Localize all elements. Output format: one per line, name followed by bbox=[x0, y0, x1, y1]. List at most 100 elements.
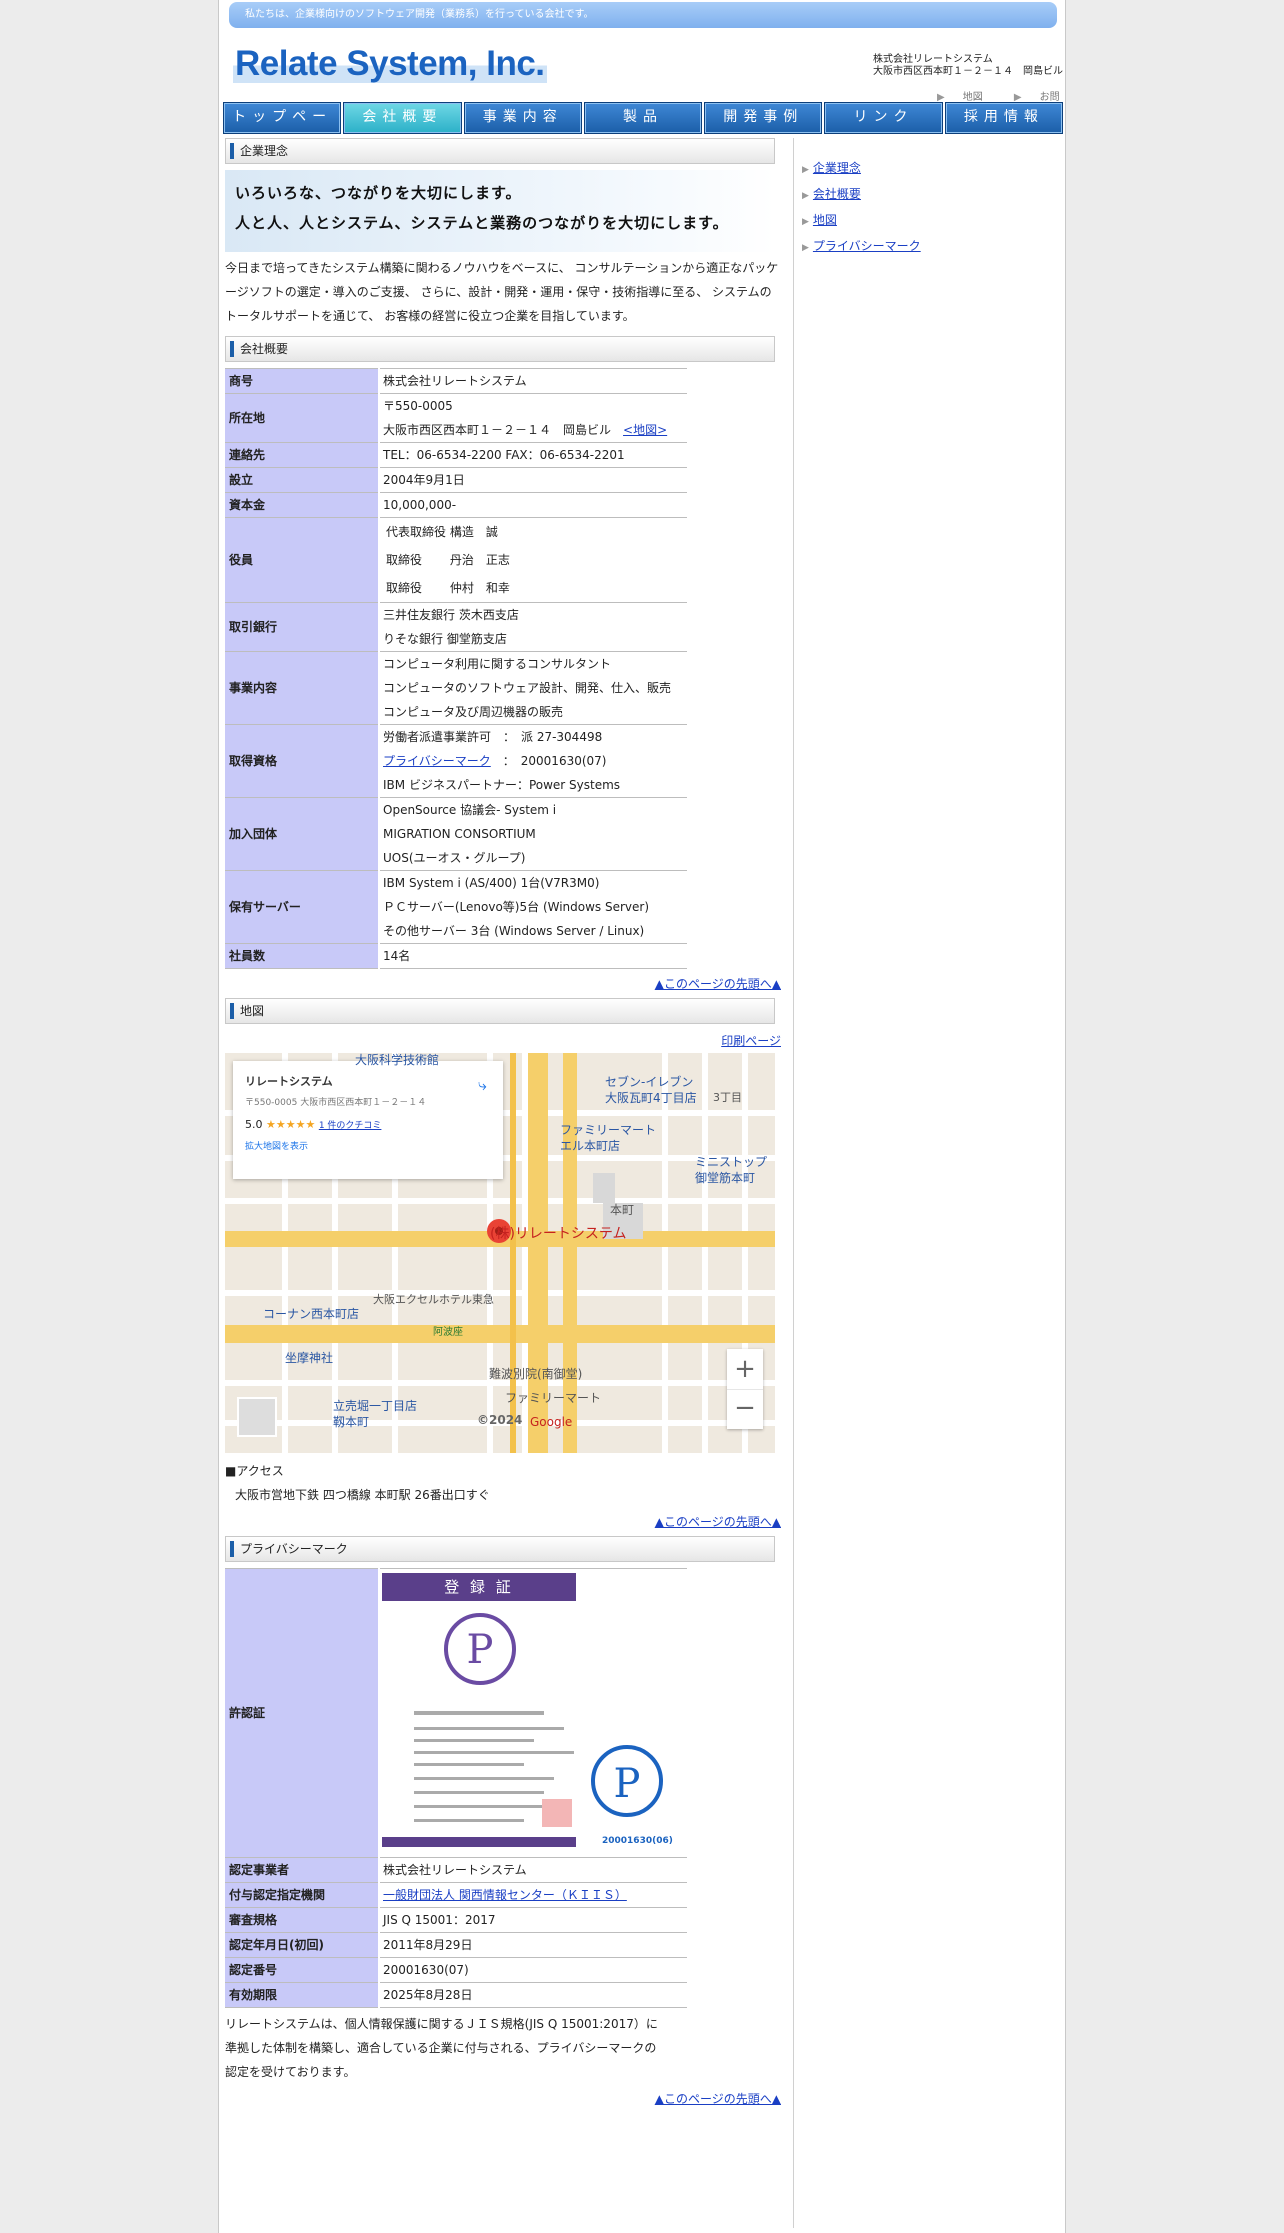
sidebar-item-map[interactable]: ▶ 地図 bbox=[802, 208, 1063, 234]
reviews-link[interactable]: 1 件のクチコミ bbox=[319, 1121, 382, 1131]
map-label: 大阪エクセルホテル東急 bbox=[373, 1293, 494, 1306]
table-value: 14名 bbox=[379, 943, 687, 969]
cert-mark-number: 20001630(06) bbox=[602, 1836, 673, 1846]
nav-links[interactable]: リンク bbox=[824, 102, 943, 134]
to-top-link[interactable]: ▲このページの先頭へ▲ bbox=[655, 977, 781, 991]
company-overview-table: 商号 株式会社リレートシステム 所在地 〒550-0005 大阪市西区西本町１－２－１… bbox=[225, 368, 687, 969]
table-key: 取引銀行 bbox=[225, 602, 380, 652]
table-key: 有効期限 bbox=[225, 1982, 380, 2008]
table-key: 認定事業者 bbox=[225, 1857, 380, 1883]
sidebar-item-overview[interactable]: ▶ 会社概要 bbox=[802, 182, 1063, 208]
to-top-link[interactable]: ▲このページの先頭へ▲ bbox=[655, 1515, 781, 1529]
section-heading-philosophy: 企業理念 bbox=[225, 138, 775, 164]
place-address: 〒550-0005 大阪市西区西本町１－２－１４ bbox=[245, 1098, 427, 1108]
section-heading-map: 地図 bbox=[225, 998, 775, 1024]
larger-map-link[interactable]: 拡大地図を表示 bbox=[245, 1139, 491, 1152]
map-label: 大阪科学技術館 bbox=[355, 1053, 440, 1067]
table-key: 資本金 bbox=[225, 492, 380, 518]
table-key: 事業内容 bbox=[225, 651, 380, 725]
table-key: 許認証 bbox=[225, 1568, 380, 1858]
privacy-table: 許認証 登 録 証 P P 20001630(06) 認定事業者 株式会社リレー… bbox=[225, 1568, 687, 2008]
cert-body: P P bbox=[382, 1613, 663, 1847]
kiis-link[interactable]: 一般財団法人 関西情報センター（ＫＩＩＳ） bbox=[383, 1888, 627, 1902]
print-page-link[interactable]: 印刷ページ bbox=[721, 1034, 781, 1048]
map-link[interactable]: <地図> bbox=[623, 423, 667, 437]
to-top-wrap: ▲このページの先頭へ▲ bbox=[225, 975, 781, 992]
to-top-link[interactable]: ▲このページの先頭へ▲ bbox=[655, 2092, 781, 2106]
table-value: JIS Q 15001：2017 bbox=[379, 1907, 687, 1933]
table-key: 取得資格 bbox=[225, 724, 380, 798]
privacy-description: リレートシステムは、個人情報保護に関するＪＩＳ規格(JIS Q 15001:20… bbox=[225, 2017, 658, 2079]
map-label: 立売堀一丁目店 bbox=[333, 1399, 418, 1413]
table-row: 加入団体 OpenSource 協議会- System i MIGRATION CO… bbox=[225, 797, 687, 871]
philosophy-line-2: 人と人、人とシステム、システムと業務のつながりを大切にします。 bbox=[235, 214, 729, 232]
table-value: 10,000,000- bbox=[379, 492, 687, 518]
map-label: 御堂筋本町 bbox=[695, 1171, 756, 1185]
sidebar-item-philosophy[interactable]: ▶ 企業理念 bbox=[802, 156, 1063, 182]
table-value: 株式会社リレートシステム bbox=[379, 1857, 687, 1883]
map-type-thumbnail[interactable] bbox=[237, 1397, 277, 1437]
main-nav: トップページ 会社概要 事業内容 製品 開発事例 リンク 採用情報 bbox=[223, 102, 1063, 153]
access-info: ■アクセス 大阪市営地下鉄 四つ橋線 本町駅 26番出口すぐ bbox=[225, 1459, 781, 1507]
map-label: セブン-イレブン bbox=[605, 1075, 694, 1089]
table-row: 設立 2004年9月1日 bbox=[225, 467, 687, 493]
company-address: 大阪市西区西本町１－２－１４ 岡島ビル bbox=[873, 66, 1063, 77]
table-value: 2004年9月1日 bbox=[379, 467, 687, 493]
access-text: 大阪市営地下鉄 四つ橋線 本町駅 26番出口すぐ bbox=[235, 1488, 490, 1502]
nav-recruit[interactable]: 採用情報 bbox=[944, 102, 1063, 134]
table-value: 登 録 証 P P 20001630(06) bbox=[379, 1568, 687, 1858]
company-logo[interactable]: Relate System, Inc. bbox=[233, 44, 553, 88]
zoom-controls: + − bbox=[727, 1349, 763, 1429]
table-key: 保有サーバー bbox=[225, 870, 380, 944]
table-row: 連絡先 TEL：06-6534-2200 FAX：06-6534-2201 bbox=[225, 442, 687, 468]
nav-cases[interactable]: 開発事例 bbox=[704, 102, 823, 134]
triangle-icon: ▶ bbox=[802, 191, 809, 201]
nav-company[interactable]: 会社概要 bbox=[343, 102, 462, 134]
philosophy-text: 今日まで培ってきたシステム構築に関わるノウハウをベースに、 コンサルテーションか… bbox=[225, 261, 779, 323]
table-row: 所在地 〒550-0005 大阪市西区西本町１－２－１４ 岡島ビル <地図> bbox=[225, 393, 687, 443]
nav-products[interactable]: 製品 bbox=[583, 102, 703, 134]
triangle-icon: ▶ bbox=[802, 217, 809, 227]
table-key: 認定番号 bbox=[225, 1957, 380, 1983]
map-label: コーナン西本町店 bbox=[263, 1307, 360, 1321]
table-value: 一般財団法人 関西情報センター（ＫＩＩＳ） bbox=[379, 1882, 687, 1908]
sidebar-item-privacy[interactable]: ▶ プライバシーマーク bbox=[802, 234, 1063, 260]
triangle-icon: ▶ bbox=[802, 243, 809, 253]
table-row: 役員 代表取締役 構造 誠取締役 丹治 正志 取締役 仲村 和幸 bbox=[225, 517, 687, 603]
table-row: 審査規格 JIS Q 15001：2017 bbox=[225, 1907, 687, 1933]
map-info-card: リレートシステム 〒550-0005 大阪市西区西本町１－２－１４ 5.0 ★★… bbox=[233, 1061, 503, 1179]
map-label: 阿波座 bbox=[433, 1327, 463, 1338]
cert-title: 登 録 証 bbox=[382, 1573, 576, 1601]
table-row: 取得資格 労働者派遣事業許可 ： 派 27-304498 プライバシーマーク ： 2… bbox=[225, 724, 687, 798]
map-label: 靱本町 bbox=[333, 1415, 370, 1429]
nav-top[interactable]: トップページ bbox=[223, 102, 342, 153]
table-row: 取引銀行 三井住友銀行 茨木西支店 りそな銀行 御堂筋支店 bbox=[225, 602, 687, 652]
table-row: 許認証 登 録 証 P P 20001630(06) bbox=[225, 1568, 687, 1858]
directions-icon[interactable]: ⤷ bbox=[478, 1075, 487, 1095]
table-row: 商号 株式会社リレートシステム bbox=[225, 368, 687, 394]
google-logo: ©2024 bbox=[477, 1413, 523, 1427]
zoom-out-button[interactable]: − bbox=[727, 1389, 763, 1429]
google-map[interactable]: リレートシステム 〒550-0005 大阪市西区西本町１－２－１４ 5.0 ★★… bbox=[225, 1053, 775, 1453]
zoom-in-button[interactable]: + bbox=[727, 1349, 763, 1389]
table-key: 所在地 bbox=[225, 393, 380, 443]
map-label: 大阪瓦町4丁目店 bbox=[605, 1091, 697, 1105]
svg-text:P: P bbox=[614, 1761, 641, 1807]
table-key: 商号 bbox=[225, 368, 380, 394]
tagline-banner: 私たちは、企業様向けのソフトウェア開発（業務系）を行っている会社です。 bbox=[229, 2, 1057, 28]
table-row: 有効期限 2025年8月28日 bbox=[225, 1982, 687, 2008]
map-label: ファミリーマート bbox=[505, 1391, 602, 1405]
company-header-info: 株式会社リレートシステム 大阪市西区西本町１－２－１４ 岡島ビル bbox=[873, 54, 1063, 78]
section-heading-privacy: プライバシーマーク bbox=[225, 1536, 775, 1562]
nav-business[interactable]: 事業内容 bbox=[463, 102, 582, 134]
table-value: 労働者派遣事業許可 ： 派 27-304498 プライバシーマーク ： 20001… bbox=[379, 724, 687, 798]
map-label: 本町 bbox=[610, 1203, 635, 1217]
table-value: 三井住友銀行 茨木西支店 りそな銀行 御堂筋支店 bbox=[379, 602, 687, 652]
map-label: 3丁目 bbox=[713, 1091, 742, 1104]
map-label: 難波別院(南御堂) bbox=[489, 1367, 583, 1381]
map-label: Google bbox=[530, 1415, 573, 1429]
privacy-mark-link[interactable]: プライバシーマーク bbox=[383, 754, 491, 768]
table-value: 20001630(07) bbox=[379, 1957, 687, 1983]
map-label: エル本町店 bbox=[560, 1139, 621, 1153]
map-label: 坐摩神社 bbox=[285, 1351, 334, 1365]
